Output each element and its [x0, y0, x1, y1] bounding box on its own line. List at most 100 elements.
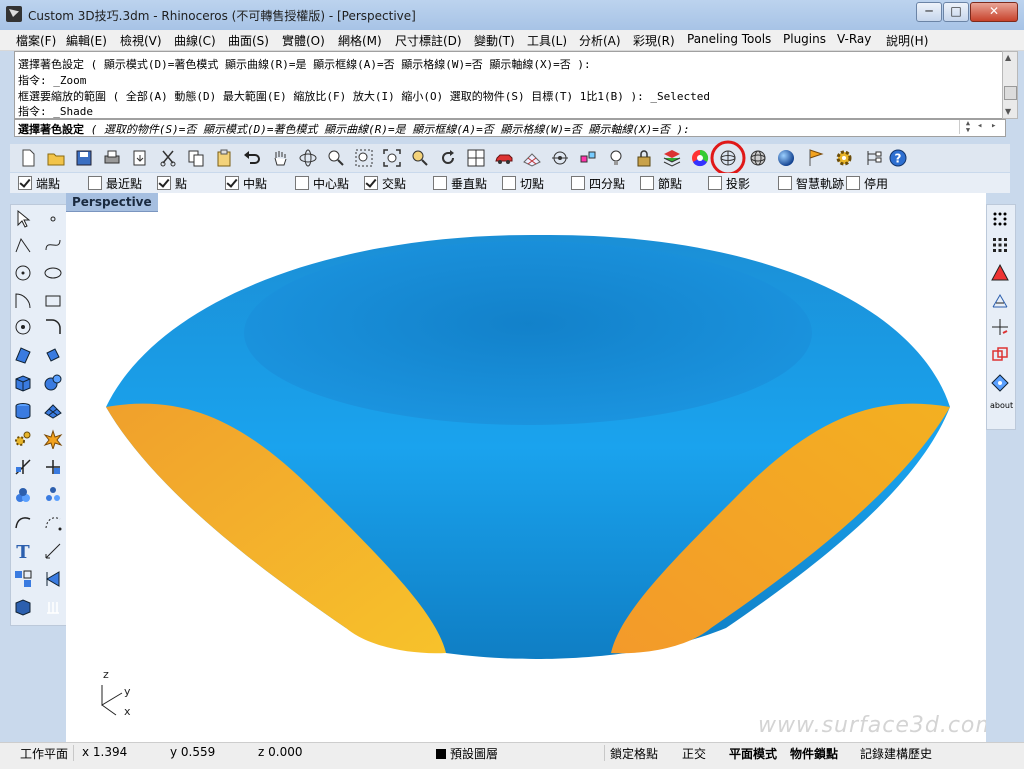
osnap-disable-checkbox[interactable]	[846, 176, 860, 190]
status-history[interactable]: 記錄建構歷史	[860, 745, 932, 762]
osnap-midpoint-checkbox[interactable]	[225, 176, 239, 190]
scroll-up-icon[interactable]: ▲	[1005, 53, 1011, 62]
solid-box-icon[interactable]	[13, 597, 33, 617]
select-arrow-icon[interactable]	[13, 209, 33, 229]
zoom-extents-icon[interactable]	[382, 148, 402, 168]
menu-mesh[interactable]: 網格(M)	[338, 32, 382, 49]
status-osnap[interactable]: 物件鎖點	[790, 745, 838, 762]
osnap-tangent-checkbox[interactable]	[502, 176, 516, 190]
osnap-perpendicular-checkbox[interactable]	[433, 176, 447, 190]
ellipse-icon[interactable]	[43, 263, 63, 283]
rotate-view-icon[interactable]	[298, 148, 318, 168]
render-sphere-icon[interactable]	[776, 148, 796, 168]
menu-render[interactable]: 彩現(R)	[633, 32, 675, 49]
osnap-quadrant-checkbox[interactable]	[571, 176, 585, 190]
osnap-quadrant[interactable]: 四分點	[571, 175, 625, 192]
status-snap[interactable]: 鎖定格點	[610, 745, 658, 762]
osnap-nearest-checkbox[interactable]	[88, 176, 102, 190]
menu-dimension[interactable]: 尺寸標註(D)	[395, 32, 462, 49]
viewport-tab[interactable]: Perspective	[66, 193, 158, 212]
osnap-center-checkbox[interactable]	[295, 176, 309, 190]
osnap-endpoint-checkbox[interactable]	[18, 176, 32, 190]
diamond-icon[interactable]	[990, 373, 1010, 393]
menu-paneling-tools[interactable]: Paneling Tools	[687, 32, 771, 46]
menu-analyze[interactable]: 分析(A)	[579, 32, 621, 49]
tree-icon[interactable]	[864, 148, 884, 168]
osnap-endpoint[interactable]: 端點	[18, 175, 60, 192]
undo-view-icon[interactable]	[438, 148, 458, 168]
scrollbar-thumb[interactable]	[1004, 86, 1017, 100]
new-file-icon[interactable]	[18, 148, 38, 168]
osnap-project[interactable]: 投影	[708, 175, 750, 192]
osnap-nearest[interactable]: 最近點	[88, 175, 142, 192]
osnap-disable[interactable]: 停用	[846, 175, 888, 192]
move-gumball-icon[interactable]	[578, 148, 598, 168]
extrude-surface-icon[interactable]	[43, 345, 63, 365]
osnap-knot-checkbox[interactable]	[640, 176, 654, 190]
flag-icon[interactable]	[806, 148, 826, 168]
osnap-perpendicular[interactable]: 垂直點	[433, 175, 487, 192]
close-button[interactable]: ✕	[970, 2, 1018, 22]
triangle-mesh-icon[interactable]	[990, 263, 1010, 283]
osnap-midpoint[interactable]: 中點	[225, 175, 267, 192]
polyline-icon[interactable]	[13, 235, 33, 255]
menu-curve[interactable]: 曲線(C)	[174, 32, 216, 49]
status-ortho[interactable]: 正交	[682, 745, 706, 762]
join-icon[interactable]	[13, 513, 33, 533]
zoom-icon[interactable]	[326, 148, 346, 168]
light-bulb-icon[interactable]	[606, 148, 626, 168]
split-icon[interactable]	[43, 457, 63, 477]
osnap-smarttrack-checkbox[interactable]	[778, 176, 792, 190]
save-icon[interactable]	[74, 148, 94, 168]
osnap-project-checkbox[interactable]	[708, 176, 722, 190]
sphere-icon[interactable]	[43, 373, 63, 393]
analysis-icon[interactable]	[990, 291, 1010, 311]
perspective-viewport[interactable]: z y x Perspective www.surface3d.com.tw	[66, 193, 986, 742]
box-icon[interactable]	[13, 373, 33, 393]
rhino-app-icon[interactable]	[6, 6, 22, 22]
menu-tools[interactable]: 工具(L)	[527, 32, 567, 49]
four-viewports-icon[interactable]	[466, 148, 486, 168]
undo-icon[interactable]	[242, 148, 262, 168]
zoom-window-icon[interactable]	[354, 148, 374, 168]
menu-vray[interactable]: V-Ray	[837, 32, 871, 46]
menu-view[interactable]: 檢視(V)	[120, 32, 162, 49]
offset-icon[interactable]	[43, 513, 63, 533]
status-cplane[interactable]: 工作平面	[20, 745, 68, 762]
group-icon[interactable]	[13, 485, 33, 505]
menu-help[interactable]: 說明(H)	[886, 32, 928, 49]
gear-tools-icon[interactable]	[13, 429, 33, 449]
status-layer[interactable]: 預設圖層	[436, 745, 498, 762]
color-wheel-icon[interactable]	[690, 148, 710, 168]
help-icon[interactable]: ?	[888, 148, 908, 168]
copy-icon[interactable]	[186, 148, 206, 168]
circle-icon[interactable]	[13, 263, 33, 283]
trim-icon[interactable]	[13, 457, 33, 477]
osnap-intersection-checkbox[interactable]	[364, 176, 378, 190]
status-planar[interactable]: 平面模式	[729, 745, 777, 762]
mesh-icon[interactable]	[43, 401, 63, 421]
pan-hand-icon[interactable]	[270, 148, 290, 168]
zoom-selected-icon[interactable]	[410, 148, 430, 168]
command-history-scrollbar[interactable]: ▲ ▼	[1002, 51, 1018, 119]
menu-edit[interactable]: 編輯(E)	[66, 32, 107, 49]
car-icon[interactable]	[494, 148, 514, 168]
command-prompt[interactable]: 選擇著色設定 ( 選取的物件(S)=否 顯示模式(D)=著色模式 顯示曲線(R)…	[14, 119, 1006, 137]
polygon-icon[interactable]	[13, 317, 33, 337]
arc-icon[interactable]	[13, 291, 33, 311]
explode-icon[interactable]	[43, 429, 63, 449]
rectangle-icon[interactable]	[43, 291, 63, 311]
cplane-icon[interactable]	[550, 148, 570, 168]
scroll-down-icon[interactable]: ▼	[1005, 107, 1011, 116]
menu-solid[interactable]: 實體(O)	[282, 32, 325, 49]
menu-transform[interactable]: 變動(T)	[474, 32, 515, 49]
fillet-icon[interactable]	[43, 317, 63, 337]
osnap-center[interactable]: 中心點	[295, 175, 349, 192]
mirror-icon[interactable]	[43, 569, 63, 589]
grip-handle-icon[interactable]	[43, 597, 63, 617]
osnap-knot[interactable]: 節點	[640, 175, 682, 192]
grid-icon[interactable]	[522, 148, 542, 168]
minimize-button[interactable]: ─	[916, 2, 942, 22]
wireframe-sphere-icon[interactable]	[748, 148, 768, 168]
settings-gear-icon[interactable]	[834, 148, 854, 168]
